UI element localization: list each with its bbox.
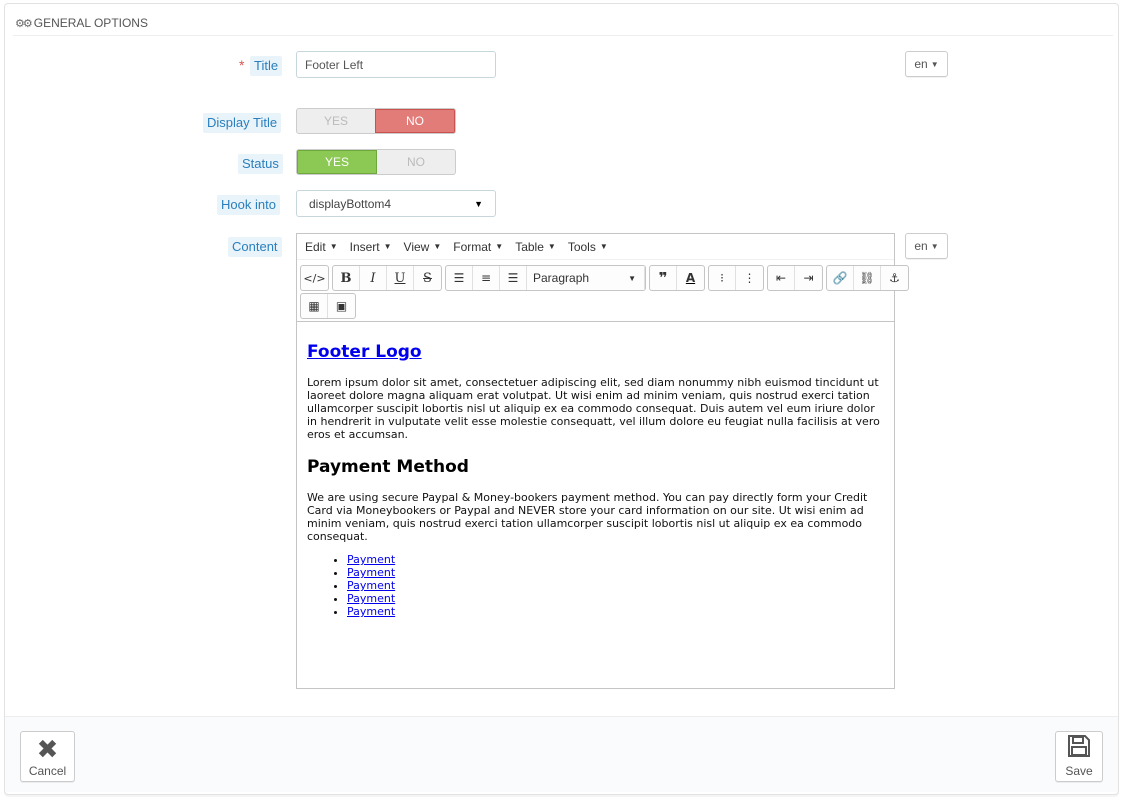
menu-edit[interactable]: Edit ▼ [305, 240, 338, 254]
status-yes[interactable]: YES [297, 150, 377, 174]
video-icon[interactable]: ▦ [301, 294, 328, 318]
status-label: Status [238, 154, 283, 174]
align-left-icon[interactable]: ☰ [446, 266, 473, 290]
display-title-yes[interactable]: YES [297, 109, 375, 133]
content-label: Content [228, 237, 282, 257]
align-center-icon[interactable]: ≡ [473, 266, 500, 290]
title-lang-label: en [914, 57, 928, 71]
editor-content[interactable]: Footer Logo Lorem ipsum dolor sit amet, … [307, 342, 882, 618]
editor-toolbar: </> B I U S ☰ ≡ ☰ Paragraph ▼ ❞ A ⁝ ⋮ ⇤ … [297, 262, 909, 322]
hook-into-label: Hook into [217, 195, 280, 215]
title-label: Title [250, 56, 283, 76]
title-input[interactable]: Footer Left [296, 51, 496, 78]
save-label: Save [1065, 764, 1093, 778]
display-title-no[interactable]: NO [375, 109, 455, 133]
payment-link[interactable]: Payment [347, 553, 395, 566]
format-select-value: Paragraph [533, 271, 590, 285]
menu-view[interactable]: View ▼ [404, 240, 442, 254]
align-right-icon[interactable]: ☰ [500, 266, 527, 290]
bullet-list-icon[interactable]: ⁝ [709, 266, 736, 290]
strikethrough-icon[interactable]: S [414, 266, 441, 290]
underline-icon[interactable]: U [387, 266, 414, 290]
caret-down-icon: ▼ [930, 241, 939, 251]
payment-link[interactable]: Payment [347, 592, 395, 605]
source-code-icon[interactable]: </> [301, 266, 328, 290]
select-arrow-icon: ▼ [628, 273, 636, 283]
save-disk-icon [1067, 734, 1091, 763]
format-select[interactable]: Paragraph ▼ [527, 266, 645, 290]
list-item: Payment [347, 553, 882, 566]
payment-link[interactable]: Payment [347, 566, 395, 579]
list-item: Payment [347, 566, 882, 579]
link-icon[interactable]: 🔗 [827, 266, 854, 290]
editor-menubar: Edit ▼ Insert ▼ View ▼ Format ▼ Table ▼ Tools… [297, 234, 894, 260]
required-mark: * [239, 57, 245, 73]
list-item: Payment [347, 592, 882, 605]
panel-title: General options [33, 16, 148, 30]
menu-tools[interactable]: Tools ▼ [568, 240, 608, 254]
menu-format[interactable]: Format ▼ [453, 240, 503, 254]
cancel-button[interactable]: ✖ Cancel [20, 731, 75, 782]
status-switch[interactable]: YES NO [296, 149, 456, 175]
footer-logo-heading[interactable]: Footer Logo [307, 342, 882, 362]
menu-insert[interactable]: Insert ▼ [350, 240, 392, 254]
bold-icon[interactable]: B [333, 266, 360, 290]
outdent-icon[interactable]: ⇤ [768, 266, 795, 290]
save-button[interactable]: Save [1055, 731, 1103, 782]
close-icon: ✖ [36, 734, 59, 764]
payment-link[interactable]: Payment [347, 579, 395, 592]
image-icon[interactable]: ▣ [328, 294, 355, 318]
anchor-icon[interactable]: ⚓ [881, 266, 908, 290]
floppy-svg [1068, 735, 1090, 757]
paragraph-1: Lorem ipsum dolor sit amet, consectetuer… [307, 376, 880, 441]
hook-into-value: displayBottom4 [309, 196, 392, 211]
numbered-list-icon[interactable]: ⋮ [736, 266, 763, 290]
display-title-switch[interactable]: YES NO [296, 108, 456, 134]
text-color-icon[interactable]: A [677, 266, 704, 290]
hook-into-select[interactable]: displayBottom4 ▼ [296, 190, 496, 217]
content-lang-dropdown[interactable]: en ▼ [905, 233, 948, 259]
cancel-label: Cancel [28, 764, 67, 778]
list-item: Payment [347, 605, 882, 618]
italic-icon[interactable]: I [360, 266, 387, 290]
paragraph-2: We are using secure Paypal & Money-booke… [307, 491, 868, 543]
caret-down-icon: ▼ [930, 59, 939, 69]
indent-icon[interactable]: ⇥ [795, 266, 822, 290]
gears-icon: ⚙⚙ [15, 17, 33, 30]
payment-method-heading: Payment Method [307, 457, 469, 477]
payment-links-list: Payment Payment Payment Payment Payment [347, 553, 882, 618]
panel-footer: ✖ Cancel Save [5, 716, 1118, 792]
select-arrow-icon: ▼ [474, 198, 483, 209]
content-lang-label: en [914, 239, 928, 253]
list-item: Payment [347, 579, 882, 592]
display-title-label: Display Title [203, 113, 282, 133]
title-lang-dropdown[interactable]: en ▼ [905, 51, 948, 77]
menu-table[interactable]: Table ▼ [515, 240, 556, 254]
panel-heading: ⚙⚙ General options [13, 11, 1113, 36]
blockquote-icon[interactable]: ❞ [650, 266, 677, 290]
unlink-icon[interactable]: ⛓ [854, 266, 881, 290]
status-no[interactable]: NO [377, 150, 455, 174]
payment-link[interactable]: Payment [347, 605, 395, 618]
rich-text-editor: Edit ▼ Insert ▼ View ▼ Format ▼ Table ▼ Tools… [296, 233, 909, 689]
